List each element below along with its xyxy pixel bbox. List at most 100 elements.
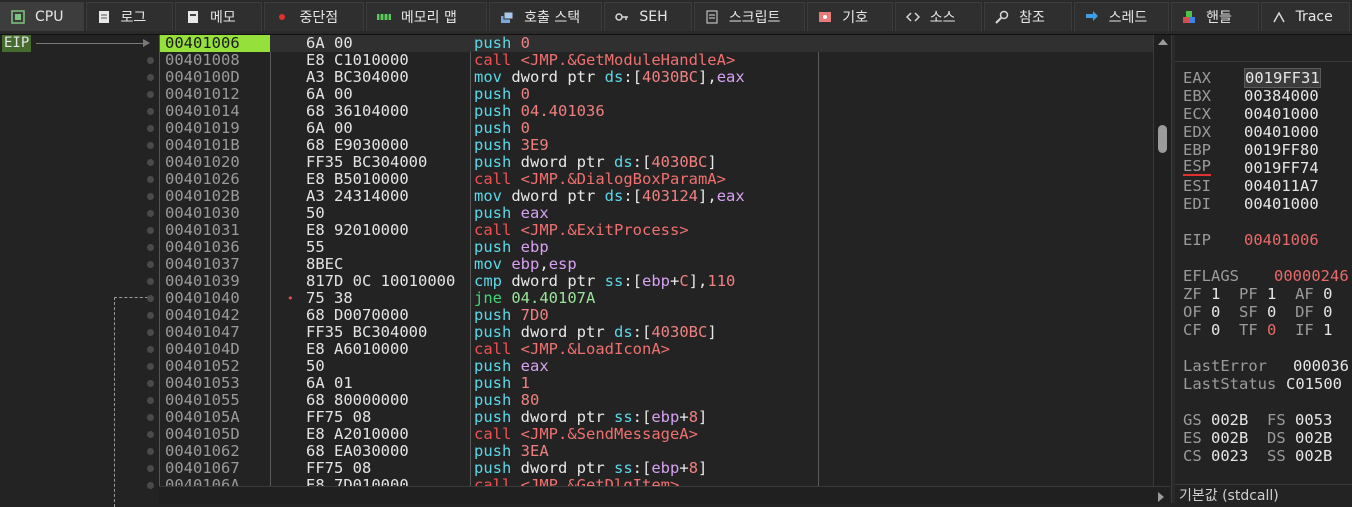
tab-script[interactable]: 스크립트 (693, 2, 806, 31)
breakpoint-slot-icon[interactable] (147, 465, 154, 472)
breakpoint-slot-icon[interactable] (147, 414, 154, 421)
breakpoint-slot-icon[interactable] (147, 125, 154, 132)
tab-seh[interactable]: SEH (604, 2, 692, 31)
breakpoint-slot-icon[interactable] (147, 193, 154, 200)
disasm-row[interactable]: 00401062 68 EA030000 push 3EA (160, 443, 1153, 460)
flag-value[interactable]: 0 (1323, 285, 1332, 303)
disasm-row[interactable]: 00401026 E8 B5010000 call <JMP.&DialogBoxP… (160, 171, 1153, 188)
register-value[interactable]: 00000246 (1274, 267, 1349, 285)
disasm-row[interactable]: 0040105A FF75 08 push dword ptr ss:[ebp+8] (160, 409, 1153, 426)
register-value[interactable]: 004011A7 (1244, 177, 1319, 195)
tab-symbols[interactable]: 기호 (807, 2, 893, 31)
scroll-right-arrow-icon[interactable] (1158, 492, 1164, 502)
flag-value[interactable]: 1 (1323, 321, 1332, 339)
disasm-row[interactable]: 0040100D A3 BC304000 mov dword ptr ds:[403… (160, 69, 1153, 86)
disasm-row[interactable]: 00401036 55 push ebp (160, 239, 1153, 256)
flag-value[interactable]: 1 (1211, 285, 1220, 303)
disasm-row[interactable]: 00401040 75 38 • jne 04.40107A (160, 290, 1153, 307)
disasm-row[interactable]: 0040101B 68 E9030000 push 3E9 (160, 137, 1153, 154)
breakpoint-slot-icon[interactable] (147, 329, 154, 336)
tab-log[interactable]: 로그 (85, 2, 173, 31)
disasm-row[interactable]: 00401008 E8 C1010000 call <JMP.&GetModuleH… (160, 52, 1153, 69)
register-value[interactable]: 00401000 (1244, 105, 1319, 123)
register-value[interactable]: 00384000 (1244, 87, 1319, 105)
register-value[interactable]: 00401006 (1244, 231, 1319, 249)
breakpoint-slot-icon[interactable] (147, 295, 154, 302)
tab-breakpoint[interactable]: 중단점 (264, 2, 364, 31)
breakpoint-slot-icon[interactable] (147, 363, 154, 370)
breakpoint-slot-icon[interactable] (147, 159, 154, 166)
segment-value[interactable]: 0023 (1211, 447, 1248, 465)
breakpoint-slot-icon[interactable] (147, 210, 154, 217)
breakpoint-slot-icon[interactable] (147, 142, 154, 149)
segment-value[interactable]: 002B (1211, 411, 1248, 429)
tab-handles[interactable]: 핸들 (1171, 2, 1259, 31)
breakpoint-slot-icon[interactable] (147, 91, 154, 98)
disasm-row[interactable]: 00401037 8BEC mov ebp,esp (160, 256, 1153, 273)
scroll-thumb[interactable] (1158, 125, 1167, 153)
tab-call-stack[interactable]: 호출 스택 (489, 2, 603, 31)
disasm-row[interactable]: 0040104D E8 A6010000 call <JMP.&LoadIconA> (160, 341, 1153, 358)
flag-value[interactable]: 0 (1211, 321, 1220, 339)
breakpoint-slot-icon[interactable] (147, 108, 154, 115)
breakpoint-slot-icon[interactable] (147, 448, 154, 455)
flag-value[interactable]: 0 (1267, 321, 1276, 339)
breakpoint-slot-icon[interactable] (147, 312, 154, 319)
disasm-row[interactable]: 00401030 50 push eax (160, 205, 1153, 222)
breakpoint-slot-icon[interactable] (147, 482, 154, 489)
register-value[interactable]: 0019FF74 (1244, 159, 1319, 177)
scroll-up-arrow-icon[interactable] (1158, 39, 1168, 45)
register-value[interactable]: 0019FF80 (1244, 141, 1319, 159)
breakpoint-slot-icon[interactable] (147, 244, 154, 251)
disasm-row[interactable]: 00401019 6A 00 push 0 (160, 120, 1153, 137)
calling-convention-status[interactable]: 기본값 (stdcall) (1175, 484, 1352, 504)
register-value[interactable]: C01500 (1286, 375, 1342, 393)
register-value[interactable]: 000036 (1293, 357, 1349, 375)
segment-value[interactable]: 002B (1295, 429, 1332, 447)
breakpoint-slot-icon[interactable] (147, 431, 154, 438)
tab-trace[interactable]: Trace (1260, 2, 1351, 31)
disassembly-horizontal-scrollbar[interactable] (159, 486, 1170, 504)
tab-source[interactable]: 소스 (894, 2, 983, 31)
breakpoint-slot-icon[interactable] (147, 74, 154, 81)
disasm-row[interactable]: 00401052 50 push eax (160, 358, 1153, 375)
breakpoint-slot-icon[interactable] (147, 380, 154, 387)
disasm-row[interactable]: 00401055 68 80000000 push 80 (160, 392, 1153, 409)
segment-value[interactable]: 002B (1295, 447, 1332, 465)
disasm-row[interactable]: 00401031 E8 92010000 call <JMP.&ExitProces… (160, 222, 1153, 239)
register-value[interactable]: 00401000 (1244, 195, 1319, 213)
disasm-row[interactable]: 0040102B A3 24314000 mov dword ptr ds:[403… (160, 188, 1153, 205)
breakpoint-slot-icon[interactable] (147, 397, 154, 404)
disassembly-vertical-scrollbar[interactable] (1153, 35, 1171, 486)
disasm-row[interactable]: 00401039 817D 0C 10010000 cmp dword ptr ss… (160, 273, 1153, 290)
disasm-row[interactable]: 00401047 FF35 BC304000 push dword ptr ds:[… (160, 324, 1153, 341)
disasm-row[interactable]: 00401014 68 36104000 push 04.401036 (160, 103, 1153, 120)
breakpoint-slot-icon[interactable] (147, 227, 154, 234)
breakpoint-slot-icon[interactable] (147, 57, 154, 64)
segment-value[interactable]: 002B (1211, 429, 1248, 447)
tab-notes[interactable]: 메모 (174, 2, 263, 31)
flag-value[interactable]: 0 (1211, 303, 1220, 321)
tab-memory-map[interactable]: 메모리 맵 (365, 2, 488, 31)
disasm-row[interactable]: 00401053 6A 01 push 1 (160, 375, 1153, 392)
register-value[interactable]: 00401000 (1244, 123, 1319, 141)
disasm-row[interactable]: 00401042 68 D0070000 push 7D0 (160, 307, 1153, 324)
segment-value[interactable]: 0053 (1295, 411, 1332, 429)
breakpoint-slot-icon[interactable] (147, 261, 154, 268)
flag-value[interactable]: 0 (1323, 303, 1332, 321)
disasm-row[interactable]: 0040105D E8 A2010000 call <JMP.&SendMessag… (160, 426, 1153, 443)
disasm-row[interactable]: 00401067 FF75 08 push dword ptr ss:[ebp+8] (160, 460, 1153, 477)
disasm-row[interactable]: 00401012 6A 00 push 0 (160, 86, 1153, 103)
disasm-row[interactable]: 00401006 6A 00 push 0 (160, 35, 1153, 52)
disassembly-view[interactable]: 00401006 6A 00 push 0 00401008 E8 C1010000 ca… (159, 35, 1153, 503)
tab-cpu[interactable]: CPU (0, 2, 84, 31)
disasm-row[interactable]: 00401020 FF35 BC304000 push dword ptr ds:[… (160, 154, 1153, 171)
tab-threads[interactable]: 스레드 (1073, 2, 1170, 31)
breakpoint-slot-icon[interactable] (147, 176, 154, 183)
breakpoint-slot-icon[interactable] (147, 346, 154, 353)
register-value[interactable]: 0019FF31 (1244, 68, 1321, 88)
breakpoint-slot-icon[interactable] (147, 278, 154, 285)
tab-references[interactable]: 참조 (984, 2, 1072, 31)
flag-value[interactable]: 0 (1267, 303, 1276, 321)
flag-value[interactable]: 1 (1267, 285, 1276, 303)
